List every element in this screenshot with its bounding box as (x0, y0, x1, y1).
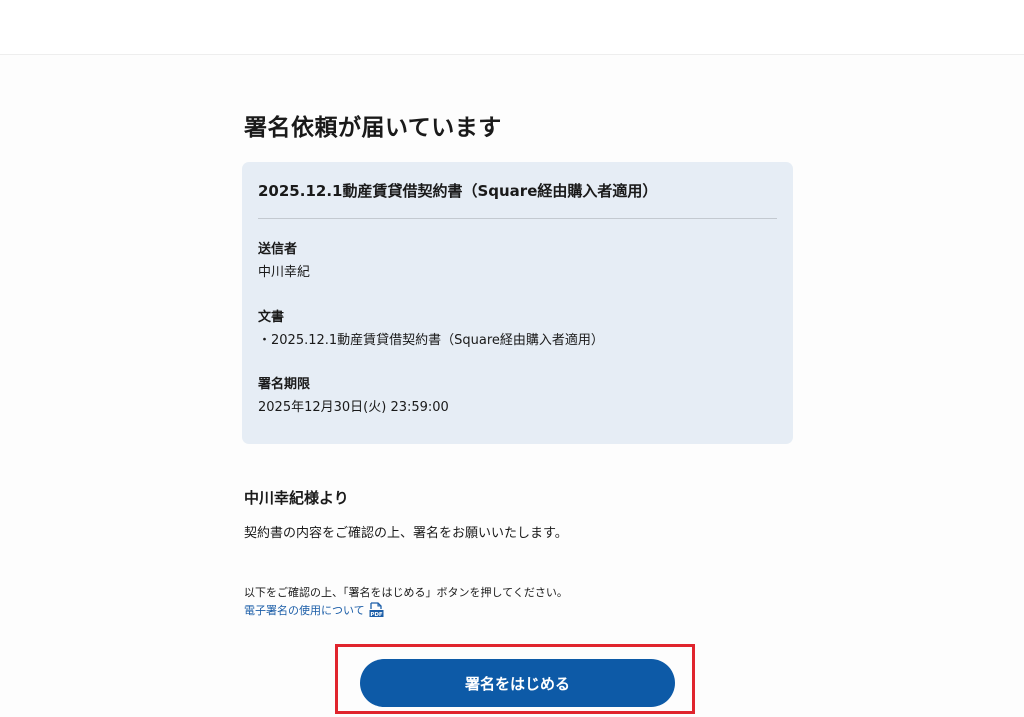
documents-value: ・2025.12.1動産賃貸借契約書（Square経由購入者適用） (258, 333, 604, 348)
instruction-text: 以下をご確認の上、「署名をはじめる」ボタンを押してください。 (244, 586, 568, 599)
esign-usage-link[interactable]: 電子署名の使用について PDF (244, 602, 384, 618)
card-divider (258, 218, 777, 219)
deadline-label: 署名期限 (258, 377, 311, 392)
message-heading: 中川幸紀様より (244, 489, 349, 507)
deadline-value: 2025年12月30日(火) 23:59:00 (258, 400, 449, 415)
message-body: 契約書の内容をご確認の上、署名をお願いいたします。 (244, 526, 568, 541)
sender-label: 送信者 (258, 242, 298, 257)
svg-text:PDF: PDF (370, 612, 383, 618)
page-title: 署名依頼が届いています (244, 115, 502, 141)
sender-value: 中川幸紀 (258, 265, 311, 280)
esign-usage-link-label: 電子署名の使用について (244, 604, 365, 617)
top-header-bar (0, 0, 1024, 55)
start-signing-button[interactable]: 署名をはじめる (360, 659, 675, 707)
pdf-icon: PDF (369, 602, 384, 618)
document-info-card: 2025.12.1動産賃貸借契約書（Square経由購入者適用） 送信者 中川幸… (242, 162, 793, 444)
documents-label: 文書 (258, 310, 285, 325)
document-title: 2025.12.1動産賃貸借契約書（Square経由購入者適用） (258, 182, 658, 200)
